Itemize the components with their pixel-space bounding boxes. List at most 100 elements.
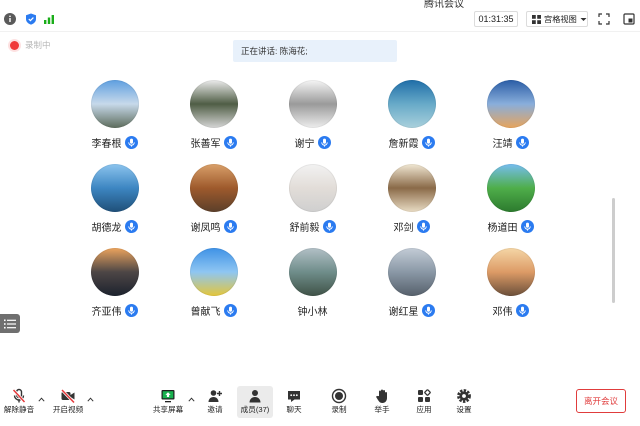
- participant-avatar: [387, 164, 436, 212]
- participant-name: 汪靖: [492, 138, 513, 150]
- invite-icon: [207, 388, 223, 404]
- participant-tile[interactable]: 钟小林: [263, 248, 362, 332]
- info-icon[interactable]: [4, 13, 16, 25]
- side-panel-toggle-button[interactable]: [0, 314, 20, 333]
- participant-avatar: [288, 80, 337, 128]
- participant-avatar: [189, 80, 238, 128]
- mic-icon: [515, 303, 529, 317]
- fullscreen-icon[interactable]: [598, 13, 610, 25]
- apps-button[interactable]: 应用: [406, 386, 442, 418]
- participant-name-row: 汪靖: [492, 135, 529, 150]
- participant-avatar: [189, 164, 238, 212]
- share-screen-label: 共享屏幕: [152, 405, 184, 414]
- participant-avatar: [387, 248, 436, 296]
- participant-name: 舒前毅: [289, 222, 320, 234]
- recording-dot-icon: [10, 40, 19, 50]
- participant-tile[interactable]: 谢宁: [263, 80, 362, 164]
- participant-name-row: 张善军: [190, 135, 237, 150]
- settings-button[interactable]: 设置: [446, 386, 482, 418]
- settings-label: 设置: [456, 405, 472, 414]
- participant-tile[interactable]: 詹新霞: [362, 80, 461, 164]
- participant-name-row: 曾献飞: [190, 303, 237, 318]
- unmute-label: 解除静音: [3, 405, 35, 414]
- signal-icon[interactable]: [43, 13, 55, 25]
- raise-hand-button[interactable]: 举手: [364, 386, 400, 418]
- mic-muted-icon: [11, 388, 27, 404]
- chevron-up-icon[interactable]: [87, 397, 94, 402]
- participant-tile[interactable]: 胡德龙: [65, 164, 164, 248]
- participant-tile[interactable]: 谢凤鸣: [164, 164, 263, 248]
- pop-out-icon[interactable]: [623, 13, 635, 25]
- record-icon: [331, 388, 347, 404]
- raise-hand-label: 举手: [374, 405, 390, 414]
- participant-avatar: [387, 80, 436, 128]
- participant-avatar: [486, 164, 535, 212]
- chevron-up-icon[interactable]: [188, 397, 195, 402]
- participant-name-row: 杨道田: [487, 219, 534, 234]
- participant-name-row: 齐亚伟: [91, 303, 138, 318]
- topbar-divider: [0, 31, 640, 32]
- members-button[interactable]: 成员(37): [237, 386, 273, 418]
- apps-label: 应用: [416, 405, 432, 414]
- participant-name-row: 舒前毅: [289, 219, 336, 234]
- start-video-button[interactable]: 开启视频: [50, 386, 86, 418]
- participant-name: 张善军: [190, 138, 221, 150]
- participant-name: 曾献飞: [190, 306, 221, 318]
- participant-name-row: 李春根: [92, 135, 138, 150]
- shield-icon[interactable]: [25, 13, 37, 25]
- participant-name-row: 谢宁: [295, 135, 331, 150]
- invite-label: 邀请: [207, 405, 223, 414]
- mic-icon: [416, 219, 430, 233]
- members-icon: [247, 388, 263, 404]
- recording-label: 录制中: [25, 40, 51, 50]
- participant-name: 齐亚伟: [91, 306, 122, 318]
- participant-tile[interactable]: 张善军: [164, 80, 263, 164]
- participant-name-row: 邓伟: [493, 303, 529, 318]
- participant-name: 谢红星: [388, 306, 419, 318]
- start-video-label: 开启视频: [52, 405, 84, 414]
- view-mode-label: 宫格视图: [544, 15, 577, 24]
- participant-tile[interactable]: 舒前毅: [263, 164, 362, 248]
- record-button[interactable]: 录制: [321, 386, 357, 418]
- participant-tile[interactable]: 曾献飞: [164, 248, 263, 332]
- mic-icon: [223, 135, 237, 149]
- participant-name-row: 钟小林: [297, 303, 328, 318]
- participant-tile[interactable]: 汪靖: [461, 80, 560, 164]
- gallery-scrollbar[interactable]: [612, 198, 615, 303]
- participant-tile[interactable]: 杨道田: [461, 164, 560, 248]
- mic-icon: [317, 135, 331, 149]
- grid-view-icon: [532, 14, 541, 24]
- leave-meeting-button[interactable]: 离开会议: [576, 389, 626, 413]
- participant-avatar: [90, 248, 139, 296]
- participant-tile[interactable]: 邓剑: [362, 164, 461, 248]
- mic-icon: [322, 219, 336, 233]
- share-screen-button[interactable]: 共享屏幕: [150, 386, 186, 418]
- participant-tile[interactable]: 李春根: [65, 80, 164, 164]
- apps-icon: [416, 388, 432, 404]
- mic-icon: [520, 219, 534, 233]
- participant-avatar: [486, 80, 535, 128]
- list-icon: [4, 319, 16, 328]
- unmute-button[interactable]: 解除静音: [1, 386, 37, 418]
- participant-avatar: [486, 248, 535, 296]
- participant-name: 钟小林: [297, 306, 328, 318]
- participant-tile[interactable]: 邓伟: [461, 248, 560, 332]
- chat-button[interactable]: 聊天: [276, 386, 312, 418]
- mic-icon: [421, 303, 435, 317]
- participant-tile[interactable]: 谢红星: [362, 248, 461, 332]
- members-label: 成员(37): [240, 405, 270, 414]
- window-title: 腾讯会议: [424, 0, 464, 10]
- participant-name-row: 邓剑: [394, 219, 430, 234]
- participant-name: 杨道田: [487, 222, 518, 234]
- recording-indicator: 录制中: [10, 39, 51, 51]
- share-screen-icon: [160, 388, 176, 404]
- view-mode-dropdown[interactable]: 宫格视图: [526, 11, 588, 27]
- participant-gallery: 李春根 张善军 谢宁 詹新霞 汪靖胡德龙 谢凤鸣 舒前毅 邓剑 杨道田齐亚伟 曾献飞 钟小林 谢红星 邓…: [65, 80, 560, 332]
- chevron-up-icon[interactable]: [38, 397, 45, 402]
- invite-button[interactable]: 邀请: [197, 386, 233, 418]
- bottom-toolbar: 解除静音 开启视频 共享屏幕 邀请 成员(37) 聊天 录制 举手 应用 设置 …: [0, 378, 640, 426]
- chevron-down-icon: [580, 17, 587, 22]
- participant-tile[interactable]: 齐亚伟: [65, 248, 164, 332]
- participant-avatar: [288, 248, 337, 296]
- participant-name: 詹新霞: [388, 138, 419, 150]
